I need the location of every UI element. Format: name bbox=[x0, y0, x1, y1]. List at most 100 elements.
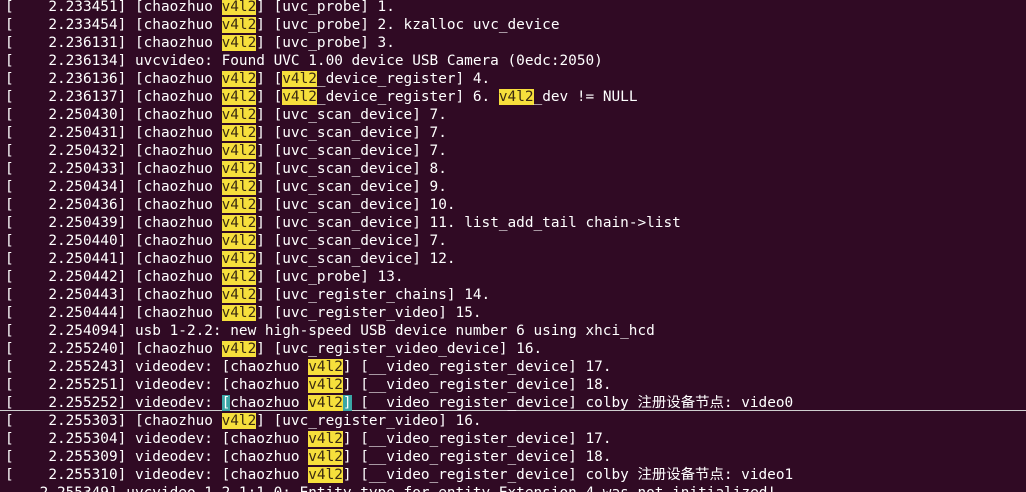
search-highlight: v4l2 bbox=[221, 197, 257, 213]
log-text: 注册设备节点 bbox=[637, 395, 724, 411]
log-text: : video1 bbox=[723, 467, 794, 483]
terminal-line: [ 2.250431] [chaozhuo v4l2] [uvc_scan_de… bbox=[5, 124, 447, 142]
terminal-line: [ 2.255252] videodev: [chaozhuo v4l2] [_… bbox=[5, 394, 793, 412]
search-highlight: v4l2 bbox=[308, 359, 343, 375]
log-text: ] [uvc_probe] 2. kzalloc uvc_device bbox=[256, 17, 560, 33]
log-text: [ 2.236137] [chaozhuo bbox=[5, 89, 222, 105]
search-highlight: v4l2 bbox=[221, 17, 257, 33]
terminal-line: [ 2.250434] [chaozhuo v4l2] [uvc_scan_de… bbox=[5, 178, 447, 196]
log-text: [ 2.255310] videodev: [chaozhuo bbox=[5, 467, 309, 483]
terminal-line: [ 2.236134] uvcvideo: Found UVC 1.00 dev… bbox=[5, 52, 603, 70]
log-text: chaozhuo bbox=[230, 395, 309, 411]
terminal-line: [ 2.250436] [chaozhuo v4l2] [uvc_scan_de… bbox=[5, 196, 456, 214]
search-highlight: v4l2 bbox=[308, 395, 343, 411]
log-text: [ 2.236131] [chaozhuo bbox=[5, 35, 222, 51]
terminal-line: [ 2.233451] [chaozhuo v4l2] [uvc_probe] … bbox=[5, 0, 395, 16]
log-text: ] [uvc_register_video] 16. bbox=[256, 413, 482, 429]
log-text: [ 2.250441] [chaozhuo bbox=[5, 251, 222, 267]
search-highlight: v4l2 bbox=[221, 143, 257, 159]
log-text: ] [uvc_probe] 13. bbox=[256, 269, 404, 285]
search-highlight: v4l2 bbox=[221, 251, 257, 267]
log-text: [ 2.255304] videodev: [chaozhuo bbox=[5, 431, 309, 447]
search-highlight: v4l2 bbox=[221, 71, 257, 87]
log-text: _dev != NULL bbox=[533, 89, 638, 105]
terminal-line: [ 2.250443] [chaozhuo v4l2] [uvc_registe… bbox=[5, 286, 490, 304]
log-text: ] [ bbox=[256, 71, 283, 87]
log-text: ] [__video_register_device] colby bbox=[342, 467, 638, 483]
log-text: _device_register] 4. bbox=[316, 71, 491, 87]
log-text: ] [__video_register_device] 17. bbox=[342, 359, 612, 375]
search-highlight: v4l2 bbox=[221, 35, 257, 51]
terminal-line: [ 2.236131] [chaozhuo v4l2] [uvc_probe] … bbox=[5, 34, 395, 52]
terminal-line: [ 2.255243] videodev: [chaozhuo v4l2] [_… bbox=[5, 358, 612, 376]
log-text: ] [uvc_probe] 3. bbox=[256, 35, 395, 51]
search-highlight: v4l2 bbox=[221, 125, 257, 141]
log-text: [ 2.250434] [chaozhuo bbox=[5, 179, 222, 195]
terminal-line: [ 2.255304] videodev: [chaozhuo v4l2] [_… bbox=[5, 430, 612, 448]
log-text: ] [uvc_scan_device] 10. bbox=[256, 197, 456, 213]
terminal-window[interactable]: [ 2.233451] [chaozhuo v4l2] [uvc_probe] … bbox=[0, 0, 1026, 492]
search-highlight: v4l2 bbox=[221, 413, 257, 429]
terminal-line: [ 2.255310] videodev: [chaozhuo v4l2] [_… bbox=[5, 466, 793, 484]
log-text: [ 2.250430] [chaozhuo bbox=[5, 107, 222, 123]
log-text: [ 2.250436] [chaozhuo bbox=[5, 197, 222, 213]
search-highlight: v4l2 bbox=[221, 107, 257, 123]
log-text: ] [uvc_scan_device] 8. bbox=[256, 161, 447, 177]
search-highlight: v4l2 bbox=[221, 341, 257, 357]
search-highlight: v4l2 bbox=[221, 287, 257, 303]
search-highlight: v4l2 bbox=[308, 449, 343, 465]
search-highlight: v4l2 bbox=[221, 0, 257, 15]
search-highlight: v4l2 bbox=[221, 269, 257, 285]
terminal-line: [ 2.236136] [chaozhuo v4l2] [v4l2_device… bbox=[5, 70, 490, 88]
search-highlight: v4l2 bbox=[282, 71, 317, 87]
log-text: [ 2.250432] [chaozhuo bbox=[5, 143, 222, 159]
log-text: [__video_register_device] colby bbox=[351, 395, 638, 411]
terminal-line: [ 2.250441] [chaozhuo v4l2] [uvc_scan_de… bbox=[5, 250, 456, 268]
log-text: ] [uvc_register_video_device] 16. bbox=[256, 341, 543, 357]
match-cursor: [ bbox=[221, 395, 231, 411]
terminal-line: [ 2.255309] videodev: [chaozhuo v4l2] [_… bbox=[5, 448, 612, 466]
log-text: [ 2.236136] [chaozhuo bbox=[5, 71, 222, 87]
terminal-line: [ 2.250430] [chaozhuo v4l2] [uvc_scan_de… bbox=[5, 106, 447, 124]
log-text: ] [__video_register_device] 18. bbox=[342, 449, 612, 465]
log-text: 2.255349] uvcvideo 1-2.1:1.0: Entity typ… bbox=[5, 485, 776, 492]
terminal-line: [ 2.250432] [chaozhuo v4l2] [uvc_scan_de… bbox=[5, 142, 447, 160]
log-text: [ 2.236134] uvcvideo: Found UVC 1.00 dev… bbox=[5, 53, 603, 69]
log-text: _device_register] 6. bbox=[316, 89, 499, 105]
log-text: [ 2.250431] [chaozhuo bbox=[5, 125, 222, 141]
search-highlight: v4l2 bbox=[221, 89, 257, 105]
log-text: [ 2.250442] [chaozhuo bbox=[5, 269, 222, 285]
search-highlight: v4l2 bbox=[221, 233, 257, 249]
log-text: 注册设备节点 bbox=[637, 467, 724, 483]
log-text: ] [uvc_scan_device] 7. bbox=[256, 107, 447, 123]
log-text: [ 2.255252] videodev: bbox=[5, 395, 222, 411]
log-text: [ 2.255240] [chaozhuo bbox=[5, 341, 222, 357]
log-text: [ 2.255251] videodev: [chaozhuo bbox=[5, 377, 309, 393]
log-text: ] [uvc_scan_device] 7. bbox=[256, 233, 447, 249]
search-highlight: v4l2 bbox=[221, 161, 257, 177]
log-text: [ 2.233451] [chaozhuo bbox=[5, 0, 222, 15]
terminal-line: [ 2.236137] [chaozhuo v4l2] [v4l2_device… bbox=[5, 88, 638, 106]
log-text: ] [ bbox=[256, 89, 283, 105]
log-text: [ 2.254094] usb 1-2.2: new high-speed US… bbox=[5, 323, 655, 339]
terminal-line: [ 2.250439] [chaozhuo v4l2] [uvc_scan_de… bbox=[5, 214, 681, 232]
log-text: [ 2.250440] [chaozhuo bbox=[5, 233, 222, 249]
log-text: ] [uvc_probe] 1. bbox=[256, 0, 395, 15]
terminal-line: [ 2.250442] [chaozhuo v4l2] [uvc_probe] … bbox=[5, 268, 404, 286]
terminal-line: [ 2.255251] videodev: [chaozhuo v4l2] [_… bbox=[5, 376, 612, 394]
log-text: ] [uvc_scan_device] 7. bbox=[256, 143, 447, 159]
search-highlight: v4l2 bbox=[221, 215, 257, 231]
log-text: [ 2.250444] [chaozhuo bbox=[5, 305, 222, 321]
log-text: ] [__video_register_device] 17. bbox=[342, 431, 612, 447]
terminal-line: [ 2.250433] [chaozhuo v4l2] [uvc_scan_de… bbox=[5, 160, 447, 178]
log-text: ] [__video_register_device] 18. bbox=[342, 377, 612, 393]
search-highlight: v4l2 bbox=[221, 179, 257, 195]
log-text: [ 2.233454] [chaozhuo bbox=[5, 17, 222, 33]
match-cursor: ] bbox=[342, 395, 352, 411]
log-text: : video0 bbox=[723, 395, 794, 411]
terminal-line: [ 2.250444] [chaozhuo v4l2] [uvc_registe… bbox=[5, 304, 482, 322]
log-text: [ 2.255309] videodev: [chaozhuo bbox=[5, 449, 309, 465]
terminal-line: [ 2.233454] [chaozhuo v4l2] [uvc_probe] … bbox=[5, 16, 560, 34]
terminal-line: [ 2.250440] [chaozhuo v4l2] [uvc_scan_de… bbox=[5, 232, 447, 250]
log-text: [ 2.250443] [chaozhuo bbox=[5, 287, 222, 303]
